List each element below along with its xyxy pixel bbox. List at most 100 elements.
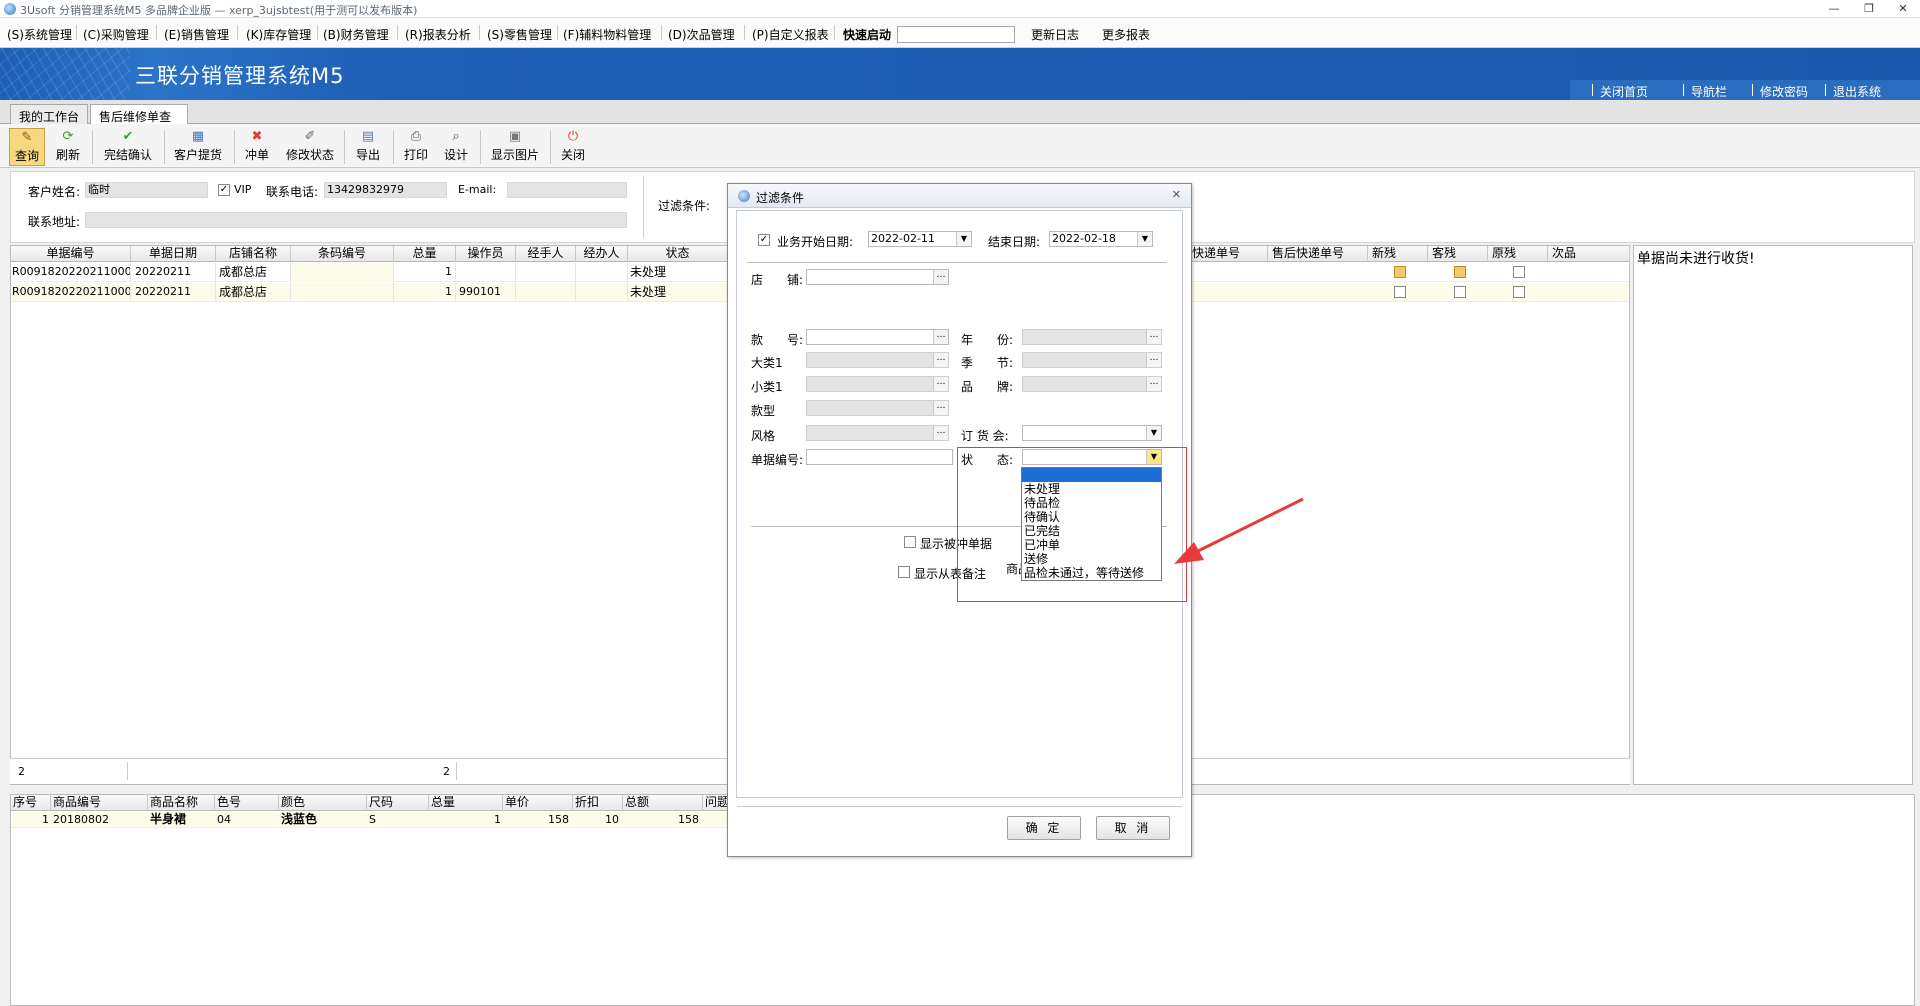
col-seq[interactable]: 序号	[11, 795, 51, 811]
print-button[interactable]: ⎙ 打印	[400, 128, 432, 166]
customer-pickup-button[interactable]: ▦ 客户提货	[171, 128, 225, 166]
customer-name-field[interactable]: 临时	[85, 182, 208, 198]
tab-repair-order-query[interactable]: 售后维修单查询	[90, 104, 188, 141]
minimize-icon[interactable]: —	[1823, 1, 1845, 16]
ellipsis-icon[interactable]: …	[933, 401, 948, 415]
original-defect-checkbox[interactable]	[1513, 266, 1525, 278]
reverse-order-button[interactable]: ✖ 冲单	[241, 128, 273, 166]
style-no-field[interactable]: …	[806, 329, 949, 345]
update-log-link[interactable]: 更新日志	[1031, 26, 1079, 43]
quick-launch-input[interactable]	[897, 26, 1015, 43]
more-reports-link[interactable]: 更多报表	[1102, 26, 1150, 43]
ellipsis-icon[interactable]: …	[933, 330, 948, 344]
end-date-field[interactable]: 2022-02-18 ▼	[1049, 231, 1153, 247]
col-goods-code[interactable]: 商品编号	[51, 795, 148, 811]
ellipsis-icon[interactable]: …	[1146, 353, 1161, 367]
col-handler[interactable]: 经手人	[516, 246, 576, 262]
col-goods-name[interactable]: 商品名称	[148, 795, 215, 811]
col-operator[interactable]: 操作员	[456, 246, 516, 262]
refresh-button[interactable]: ⟳ 刷新	[52, 128, 84, 166]
col-qty[interactable]: 总量	[394, 246, 456, 262]
ellipsis-icon[interactable]: …	[933, 353, 948, 367]
order-meeting-select[interactable]: ▼	[1022, 425, 1162, 441]
col-aftersale-express-no[interactable]: 售后快递单号	[1268, 246, 1368, 262]
menu-reports[interactable]: (R)报表分析	[405, 26, 471, 43]
chevron-down-icon[interactable]: ▼	[956, 232, 971, 246]
col-doc-date[interactable]: 单据日期	[131, 246, 216, 262]
col-original-defect[interactable]: 原残	[1488, 246, 1548, 262]
dialog-close-icon[interactable]: ✕	[1172, 188, 1181, 201]
ellipsis-icon[interactable]: …	[1146, 377, 1161, 391]
season-field[interactable]: …	[1022, 352, 1162, 368]
vip-checkbox[interactable]: ✓	[218, 184, 230, 196]
chevron-down-icon[interactable]: ▼	[1146, 426, 1161, 440]
show-reversed-checkbox[interactable]	[904, 536, 916, 548]
customer-defect-checkbox[interactable]	[1454, 286, 1466, 298]
chevron-down-icon[interactable]: ▼	[1137, 232, 1152, 246]
col-new-defect[interactable]: 新残	[1368, 246, 1428, 262]
ellipsis-icon[interactable]: …	[933, 426, 948, 440]
style-field[interactable]: …	[806, 425, 949, 441]
design-button[interactable]: ⌕ 设计	[440, 128, 472, 166]
address-field[interactable]	[85, 212, 627, 228]
show-remarks-checkbox[interactable]	[898, 566, 910, 578]
col-discount[interactable]: 折扣	[573, 795, 623, 811]
col-agent[interactable]: 经办人	[576, 246, 628, 262]
cancel-button[interactable]: 取 消	[1096, 816, 1170, 840]
restore-icon[interactable]: ❐	[1858, 1, 1880, 16]
navigation-bar-link[interactable]: 导航栏	[1691, 83, 1727, 100]
menu-purchase[interactable]: (C)采购管理	[83, 26, 149, 43]
menu-sales[interactable]: (E)销售管理	[164, 26, 229, 43]
garment-type-field[interactable]: …	[806, 400, 949, 416]
col-customer-defect[interactable]: 客残	[1428, 246, 1488, 262]
export-button[interactable]: ▤ 导出	[352, 128, 384, 166]
menu-inventory[interactable]: (K)库存管理	[246, 26, 311, 43]
col-express-no[interactable]: 快递单号	[1188, 246, 1268, 262]
exit-system-link[interactable]: 退出系统	[1833, 83, 1881, 100]
table-row[interactable]: 1 20180802 半身裙 04 浅蓝色 S 1 158 10 158	[11, 812, 751, 828]
ellipsis-icon[interactable]: …	[933, 270, 948, 284]
customer-defect-checkbox[interactable]	[1454, 266, 1466, 278]
start-date-checkbox[interactable]: ✓	[758, 234, 770, 246]
close-home-link[interactable]: 关闭首页	[1600, 83, 1648, 100]
start-date-field[interactable]: 2022-02-11 ▼	[868, 231, 972, 247]
col-amount[interactable]: 总额	[623, 795, 703, 811]
menu-finance[interactable]: (B)财务管理	[323, 26, 389, 43]
year-field[interactable]: …	[1022, 329, 1162, 345]
category2-field[interactable]: …	[806, 376, 949, 392]
ellipsis-icon[interactable]: …	[933, 377, 948, 391]
col-color-no[interactable]: 色号	[215, 795, 279, 811]
ok-button[interactable]: 确 定	[1007, 816, 1081, 840]
col-defect-goods[interactable]: 次品	[1548, 246, 1630, 262]
tab-workbench[interactable]: 我的工作台	[10, 104, 88, 124]
menu-system[interactable]: (S)系统管理	[7, 26, 72, 43]
col-status[interactable]: 状态	[628, 246, 728, 262]
doc-no-field[interactable]	[806, 449, 953, 465]
new-defect-checkbox[interactable]	[1394, 286, 1406, 298]
query-button[interactable]: ✎ 查询	[9, 128, 45, 166]
close-button[interactable]: ⏻ 关闭	[557, 128, 589, 166]
col-color[interactable]: 颜色	[279, 795, 367, 811]
dialog-titlebar[interactable]: 过滤条件 ✕	[728, 184, 1191, 208]
close-icon[interactable]: ✕	[1892, 1, 1914, 16]
menu-custom-reports[interactable]: (P)自定义报表	[752, 26, 829, 43]
original-defect-checkbox[interactable]	[1513, 286, 1525, 298]
complete-confirm-button[interactable]: ✔ 完结确认	[100, 128, 156, 166]
col-doc-no[interactable]: 单据编号	[11, 246, 131, 262]
col-price[interactable]: 单价	[503, 795, 573, 811]
ellipsis-icon[interactable]: …	[1146, 330, 1161, 344]
show-image-button[interactable]: ▣ 显示图片	[488, 128, 542, 166]
menu-materials[interactable]: (F)辅料物料管理	[563, 26, 651, 43]
col-shop-name[interactable]: 店铺名称	[216, 246, 291, 262]
col-detail-qty[interactable]: 总量	[429, 795, 503, 811]
category1-field[interactable]: …	[806, 352, 949, 368]
phone-field[interactable]: 13429832979	[324, 182, 447, 198]
col-barcode[interactable]: 条码编号	[291, 246, 394, 262]
new-defect-checkbox[interactable]	[1394, 266, 1406, 278]
col-size[interactable]: 尺码	[367, 795, 429, 811]
modify-status-button[interactable]: ✐ 修改状态	[283, 128, 337, 166]
menu-retail[interactable]: (S)零售管理	[487, 26, 552, 43]
brand-field[interactable]: …	[1022, 376, 1162, 392]
email-field[interactable]	[507, 182, 627, 198]
shop-field[interactable]: …	[806, 269, 949, 285]
